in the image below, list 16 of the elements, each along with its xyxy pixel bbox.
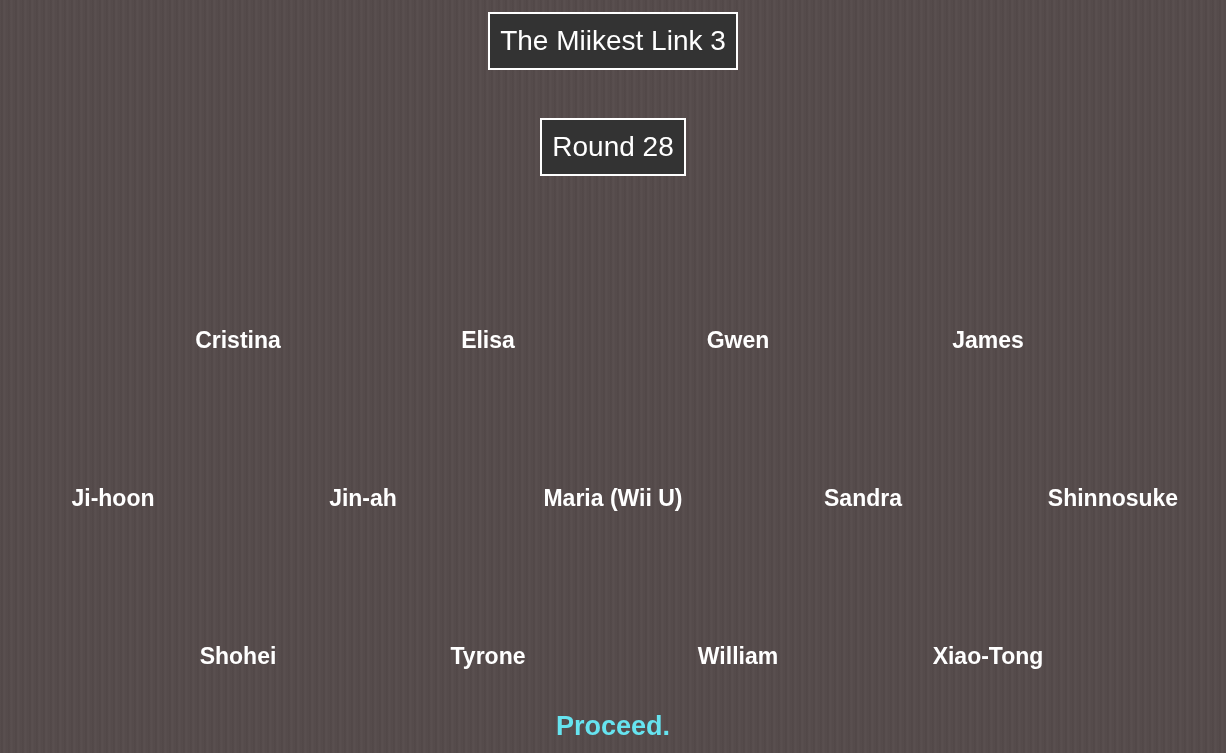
contestant-name: Jin-ah	[329, 484, 397, 512]
contestant-name: Maria (Wii U)	[543, 484, 683, 512]
contestant-name: William	[697, 642, 779, 670]
contestant-name: Elisa	[461, 326, 515, 354]
round-box: Round 28	[540, 118, 686, 176]
contestant-name: Xiao-Tong	[932, 642, 1044, 670]
title-box: The Miikest Link 3	[488, 12, 738, 70]
contestant-name: Tyrone	[450, 642, 526, 670]
contestant-name: Sandra	[824, 484, 902, 512]
proceed-link[interactable]: Proceed.	[555, 710, 671, 742]
contestant-name: Shinnosuke	[1047, 484, 1179, 512]
contestant-name: Gwen	[706, 326, 770, 354]
contestant-name: Ji-hoon	[71, 484, 155, 512]
contestant-name: James	[952, 326, 1024, 354]
contestant-name: Cristina	[195, 326, 281, 354]
contestant-name: Shohei	[199, 642, 277, 670]
